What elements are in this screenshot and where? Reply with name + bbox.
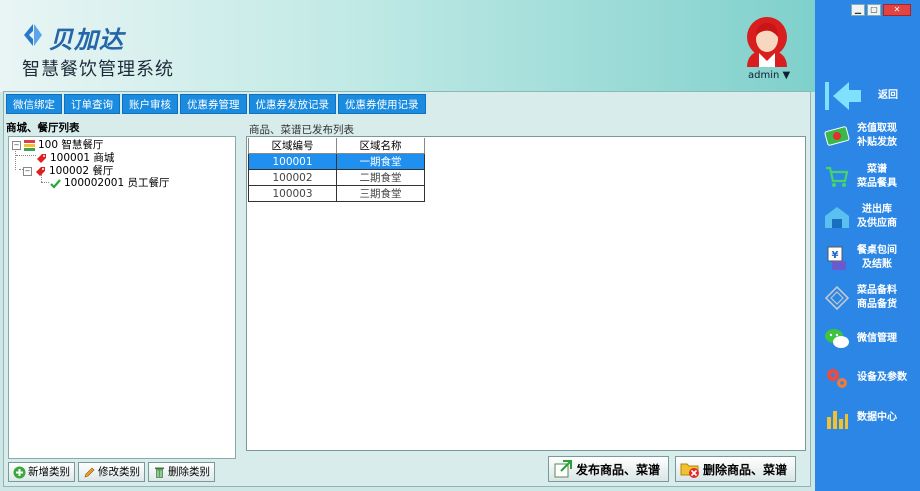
store-list-title: 商城、餐厅列表	[6, 122, 80, 134]
back-arrow-icon	[825, 82, 861, 110]
cell-area-name: 二期食堂	[336, 169, 425, 186]
sidebar-item-menu[interactable]: 菜谱 菜品餐具	[815, 162, 920, 192]
close-icon[interactable]: ✕	[883, 4, 911, 16]
cash-icon	[824, 126, 850, 146]
logo-text: 贝加达	[49, 25, 124, 54]
trash-icon	[155, 467, 164, 478]
table-row[interactable]: 100003 三期食堂	[248, 185, 425, 202]
wechat-icon	[825, 329, 849, 348]
tab-wechat-binding[interactable]: 微信绑定	[6, 94, 62, 114]
tab-order-query[interactable]: 订单查询	[64, 94, 120, 114]
maximize-icon[interactable]: ▢	[867, 4, 881, 16]
cart-icon	[826, 166, 849, 187]
publish-button[interactable]: 发布商品、菜谱	[548, 456, 670, 482]
pencil-icon	[84, 467, 95, 477]
top-tabs: 微信绑定 订单查询 账户审核 优惠券管理 优惠券发放记录 优惠券使用记录	[6, 94, 428, 114]
sidebar-item-label: 菜品备料 商品备货	[857, 285, 897, 310]
sidebar-item-label: 微信管理	[857, 333, 897, 344]
logo-mark-icon	[24, 24, 42, 46]
add-category-button[interactable]: 新增类别	[8, 462, 75, 482]
publish-button-label: 发布商品、菜谱	[576, 462, 661, 477]
sidebar-item-devices[interactable]: 设备及参数	[815, 365, 920, 391]
tree-connector	[15, 149, 16, 170]
minimize-icon[interactable]: ▁	[851, 4, 865, 16]
bar-chart-icon	[827, 411, 848, 429]
column-header-area-name[interactable]: 区域名称	[336, 138, 425, 154]
delete-published-button-label: 删除商品、菜谱	[703, 462, 788, 477]
sidebar-item-label: 数据中心	[857, 412, 897, 423]
plus-circle-icon	[13, 466, 26, 478]
collapse-icon[interactable]: −	[23, 167, 32, 176]
cell-area-name: 三期食堂	[336, 185, 425, 202]
tag-icon	[37, 154, 46, 163]
tree-connector	[16, 155, 36, 156]
delete-category-label: 删除类别	[168, 466, 210, 478]
sidebar-item-inventory[interactable]: 进出库 及供应商	[815, 202, 920, 232]
warehouse-icon	[825, 207, 849, 228]
published-list-title: 商品、菜谱已发布列表	[249, 124, 354, 136]
brand-logo: 贝加达	[22, 20, 132, 54]
tree-connector	[41, 182, 49, 183]
tree-node[interactable]: 100001 商城	[36, 152, 114, 165]
table-row[interactable]: 100001 一期食堂	[248, 153, 425, 170]
cell-area-code: 100003	[248, 185, 337, 202]
delete-published-button[interactable]: 删除商品、菜谱	[675, 456, 797, 482]
folder-delete-icon	[680, 463, 700, 478]
tab-coupon-usage-records[interactable]: 优惠券使用记录	[338, 94, 426, 114]
tree-node-label: 100002001 员工餐厅	[64, 177, 170, 189]
sidebar-item-label: 设备及参数	[857, 372, 907, 383]
delete-category-button[interactable]: 删除类别	[148, 462, 215, 482]
column-header-area-code[interactable]: 区域编号	[248, 138, 337, 154]
sidebar-item-cash[interactable]: 充值取现 补贴发放	[815, 121, 920, 151]
tag-icon	[36, 167, 45, 176]
sidebar-item-label: 菜谱 菜品餐具	[857, 164, 897, 189]
gears-icon	[827, 369, 847, 388]
tab-account-review[interactable]: 账户审核	[122, 94, 178, 114]
payment-icon: ¥	[827, 246, 846, 270]
add-category-label: 新增类别	[28, 466, 70, 478]
sidebar-item-data-center[interactable]: 数据中心	[815, 405, 920, 431]
area-table: 区域编号 区域名称 100001 一期食堂 100002 二期食堂 100003…	[248, 138, 425, 202]
table-header-row: 区域编号 区域名称	[248, 138, 425, 154]
edit-category-label: 修改类别	[98, 466, 140, 478]
stack-icon	[24, 140, 35, 151]
sidebar-item-tables[interactable]: ¥ 餐桌包间 及结账	[815, 242, 920, 274]
category-buttons: 新增类别 修改类别 删除类别	[8, 462, 218, 482]
tree-node[interactable]: − 100 智慧餐厅	[12, 139, 103, 152]
sidebar-item-label: 进出库 及供应商	[857, 204, 897, 229]
tree-node-label: 100 智慧餐厅	[38, 139, 104, 151]
sidebar-item-back[interactable]: 返回	[815, 80, 920, 112]
tab-coupon-management[interactable]: 优惠券管理	[180, 94, 247, 114]
sidebar-item-label: 充值取现 补贴发放	[857, 123, 897, 148]
app-title: 智慧餐饮管理系统	[22, 59, 174, 80]
sidebar-item-label: 返回	[878, 90, 898, 101]
cell-area-name: 一期食堂	[336, 153, 425, 170]
cell-area-code: 100002	[248, 169, 337, 186]
collapse-icon[interactable]: −	[12, 141, 21, 150]
header-banner: 贝加达 智慧餐饮管理系统 admin ▼	[0, 0, 815, 92]
check-icon	[50, 179, 61, 189]
tree-node[interactable]: 100002001 员工餐厅	[50, 177, 169, 190]
table-row[interactable]: 100002 二期食堂	[248, 169, 425, 186]
tree-node-label: 100001 商城	[50, 152, 115, 164]
sidebar-item-label: 餐桌包间 及结账	[857, 245, 897, 270]
window-controls: ▁ ▢ ✕	[851, 4, 913, 16]
right-sidebar: 返回 充值取现补贴发放 菜谱菜品餐具 进出库及供应商 ¥ 餐桌包间及结账	[815, 0, 920, 491]
publish-icon	[554, 460, 572, 478]
user-avatar-icon[interactable]	[742, 15, 792, 67]
sidebar-item-prep[interactable]: 菜品备料 商品备货	[815, 283, 920, 313]
tab-coupon-issue-records[interactable]: 优惠券发放记录	[248, 94, 336, 114]
store-tree[interactable]: − 100 智慧餐厅 100001 商城 − 100002 餐厅 1000020…	[8, 136, 236, 459]
sidebar-item-wechat[interactable]: 微信管理	[815, 326, 920, 352]
area-grid[interactable]: 区域编号 区域名称 100001 一期食堂 100002 二期食堂 100003…	[246, 136, 806, 451]
store-list-panel: 商城、餐厅列表 − 100 智慧餐厅 100001 商城 − 100002 餐厅…	[6, 120, 239, 484]
svg-text:¥: ¥	[832, 250, 839, 261]
edit-category-button[interactable]: 修改类别	[78, 462, 145, 482]
publish-buttons: 发布商品、菜谱 删除商品、菜谱	[548, 456, 802, 482]
diamond-icon	[824, 285, 850, 311]
published-list-panel: 商品、菜谱已发布列表 区域编号 区域名称 100001 一期食堂 100002 …	[243, 120, 809, 484]
user-menu[interactable]: admin ▼	[748, 70, 790, 81]
cell-area-code: 100001	[248, 153, 337, 170]
